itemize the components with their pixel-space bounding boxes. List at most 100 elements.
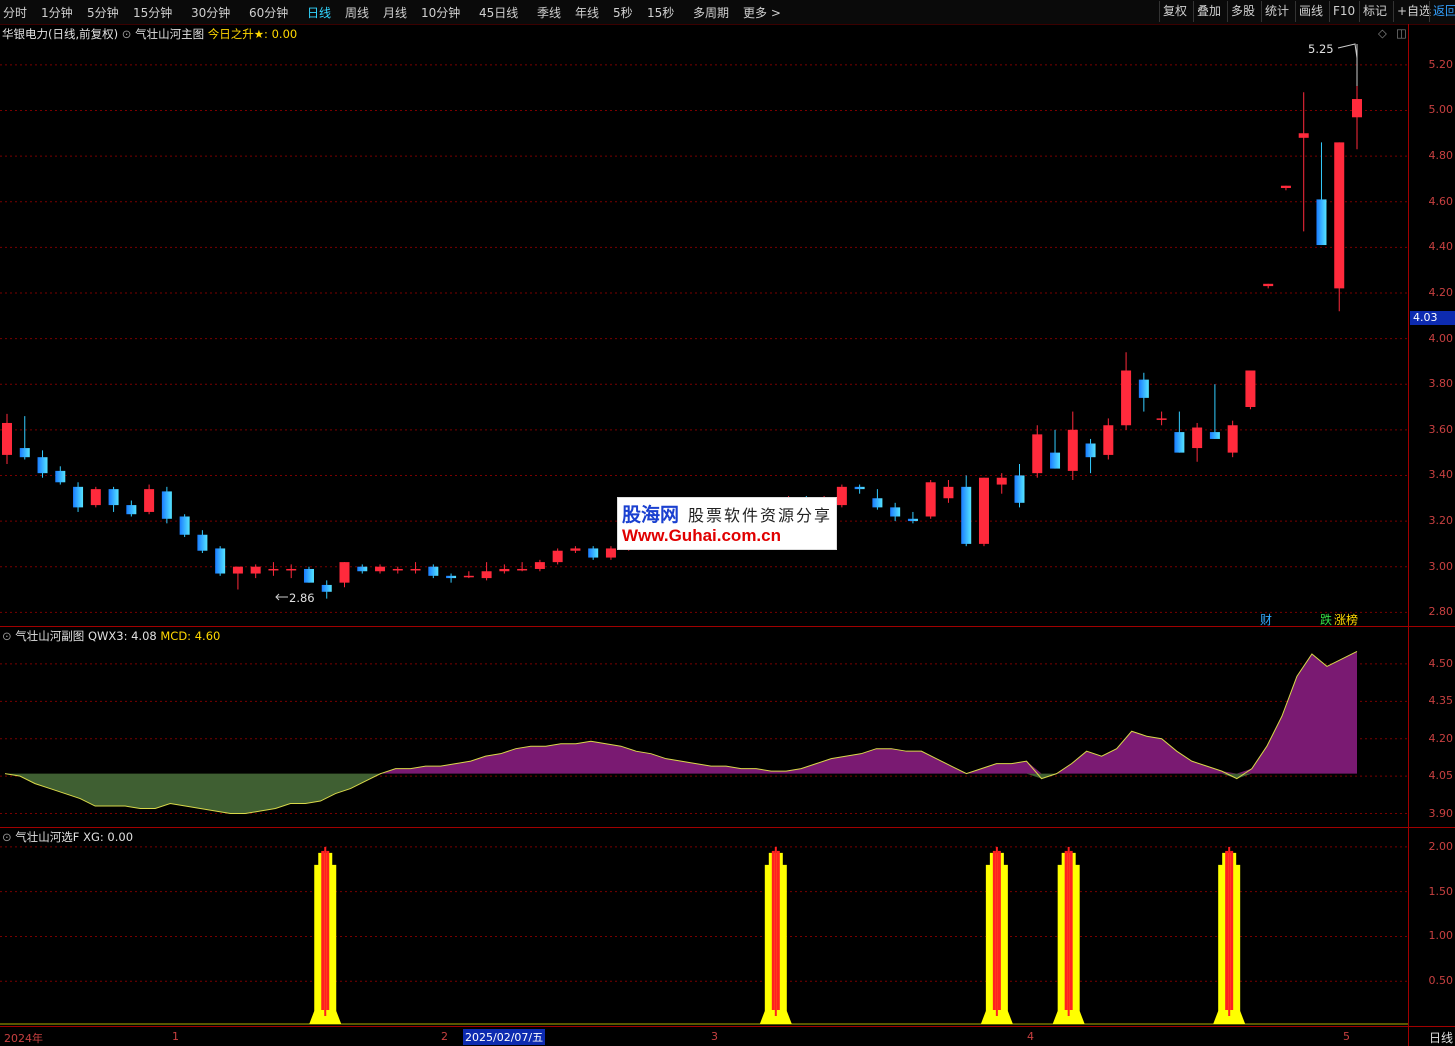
candle[interactable] <box>1138 372 1149 412</box>
fall-badge[interactable]: 跌 <box>1320 611 1332 628</box>
sub-tick-1: 4.35 <box>1428 694 1454 708</box>
candle[interactable] <box>286 564 297 579</box>
candle[interactable] <box>1280 185 1291 191</box>
watermark-url: Www.Guhai.com.cn <box>622 526 781 545</box>
candle[interactable] <box>836 484 847 508</box>
candle[interactable] <box>37 450 48 478</box>
candle[interactable] <box>126 500 137 517</box>
indicator-value: 0.00 <box>271 27 298 41</box>
indicator-toggle-icon[interactable]: ⊙ <box>122 27 132 41</box>
candle[interactable] <box>925 480 936 519</box>
cursor-date: 2025/02/07/五 <box>463 1029 546 1045</box>
candle[interactable] <box>481 562 492 581</box>
select-indicator-name[interactable]: 气壮山河选F <box>15 830 79 844</box>
candle[interactable] <box>1050 429 1061 469</box>
candle[interactable] <box>907 511 918 524</box>
candle[interactable] <box>1334 142 1345 312</box>
signal-spike[interactable] <box>1052 846 1085 1024</box>
candle[interactable] <box>588 546 599 560</box>
price-tick-12: 2.80 <box>1428 605 1454 619</box>
candle[interactable] <box>90 486 101 508</box>
candle[interactable] <box>1227 420 1238 458</box>
candle[interactable] <box>872 489 883 510</box>
candle[interactable] <box>410 562 421 574</box>
candle[interactable] <box>1156 411 1167 426</box>
month-label-5: 5 <box>1343 1030 1350 1043</box>
candle[interactable] <box>179 514 190 538</box>
candle[interactable] <box>1174 411 1185 453</box>
candle[interactable] <box>1103 418 1114 460</box>
candle[interactable] <box>392 566 403 574</box>
current-price-tag: 4.03 <box>1410 311 1455 325</box>
main-indicator-name[interactable]: 气壮山河主图 <box>135 27 204 41</box>
candle[interactable] <box>215 546 226 576</box>
diamond-icon[interactable]: ◇ <box>1378 26 1387 40</box>
candle[interactable] <box>55 466 66 485</box>
select-tick-3: 0.50 <box>1428 974 1454 988</box>
price-tick-0: 5.20 <box>1428 57 1454 71</box>
candle[interactable] <box>996 473 1007 494</box>
price-tick-7: 3.80 <box>1428 377 1454 391</box>
candle[interactable] <box>19 416 30 460</box>
select-tick-2: 1.00 <box>1428 929 1454 943</box>
candle[interactable] <box>552 548 563 565</box>
candle[interactable] <box>1032 425 1043 478</box>
candle[interactable] <box>108 486 119 512</box>
finance-badge[interactable]: 财 <box>1260 611 1272 628</box>
candle[interactable] <box>499 564 510 574</box>
candle[interactable] <box>1192 422 1203 462</box>
candle[interactable] <box>232 566 243 590</box>
price-tick-1: 5.00 <box>1428 103 1454 117</box>
candle[interactable] <box>1209 384 1220 439</box>
candle[interactable] <box>1245 370 1256 410</box>
candle[interactable] <box>1067 411 1078 480</box>
select-toggle-icon[interactable]: ⊙ <box>2 830 12 844</box>
period-indicator[interactable]: 日线 <box>1429 1029 1453 1046</box>
candle[interactable] <box>375 564 386 574</box>
candle[interactable] <box>339 562 350 588</box>
candle[interactable] <box>250 564 261 579</box>
price-tick-4: 4.40 <box>1428 240 1454 254</box>
watermark: 股海网 股票软件资源分享 Www.Guhai.com.cn <box>617 497 837 550</box>
month-label-3: 3 <box>711 1030 718 1043</box>
month-label-1: 1 <box>172 1030 179 1043</box>
watermark-logo: 股海网 <box>622 504 680 526</box>
candle[interactable] <box>321 580 332 599</box>
stock-name[interactable]: 华银电力 <box>2 27 48 41</box>
candle[interactable] <box>1316 142 1327 246</box>
positive-area <box>5 651 1357 774</box>
candle[interactable] <box>197 530 208 553</box>
candle[interactable] <box>570 546 581 553</box>
rank-badge[interactable]: 涨榜 <box>1334 611 1358 628</box>
candle[interactable] <box>2 413 12 465</box>
candle[interactable] <box>463 571 474 579</box>
signal-spike[interactable] <box>980 846 1013 1024</box>
main-panel-header: 华银电力(日线,前复权) ⊙ 气壮山河主图 今日之升★: 0.00 <box>2 26 297 42</box>
candle[interactable] <box>161 486 172 524</box>
candle[interactable] <box>854 484 865 494</box>
candle[interactable] <box>890 502 901 522</box>
candle[interactable] <box>978 477 989 547</box>
chart-mode: (日线,前复权) <box>48 27 119 41</box>
candle[interactable] <box>1121 352 1132 430</box>
panel-toggle-icon[interactable]: ◫ <box>1396 26 1407 40</box>
candle[interactable] <box>1014 464 1025 508</box>
candle[interactable] <box>534 559 545 572</box>
candle[interactable] <box>1298 92 1309 232</box>
signal-spike[interactable] <box>309 846 342 1024</box>
candle[interactable] <box>268 562 279 576</box>
candle[interactable] <box>605 546 616 560</box>
candle[interactable] <box>303 566 314 583</box>
candle[interactable] <box>1085 438 1096 474</box>
signal-spike[interactable] <box>759 846 792 1024</box>
candle[interactable] <box>357 564 368 574</box>
candle[interactable] <box>73 482 84 512</box>
candle[interactable] <box>943 480 954 503</box>
signal-spike[interactable] <box>1213 846 1246 1024</box>
candle[interactable] <box>961 475 972 547</box>
sub-indicator-name[interactable]: 气壮山河副图 <box>15 629 84 643</box>
candle[interactable] <box>446 573 457 583</box>
sub-toggle-icon[interactable]: ⊙ <box>2 629 12 643</box>
candle[interactable] <box>144 484 155 515</box>
candle[interactable] <box>1263 283 1274 289</box>
